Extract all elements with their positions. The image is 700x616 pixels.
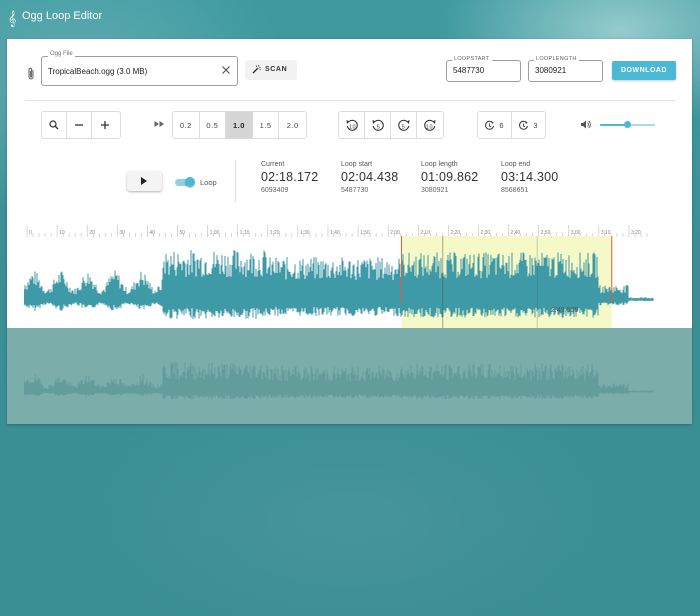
zoom-fit-button[interactable] [42, 112, 67, 138]
divider [25, 100, 675, 101]
loop-end-value: 03:14.300 [501, 170, 559, 184]
loop-end-block: Loop end 03:14.300 8568651 [501, 161, 558, 194]
loop-length-sample: 3080921 [421, 187, 449, 194]
minimap-overlay[interactable] [7, 328, 692, 424]
paperclip-icon[interactable] [26, 66, 36, 82]
timer-label: 6 [499, 120, 505, 130]
timer-icon [519, 120, 529, 130]
seek-label: 5 [401, 124, 405, 130]
editor-card: Ogg File TropicalBeach.ogg (3.0 MB) SCAN… [7, 39, 692, 424]
loop-end-sample: 8568651 [501, 187, 529, 194]
play-icon [141, 177, 147, 185]
timer-controls: 6 3 [477, 111, 546, 139]
app-title: Ogg Loop Editor [22, 10, 103, 22]
scan-button[interactable]: SCAN [245, 60, 297, 80]
minimap-waveform-path [24, 361, 654, 400]
seek-controls: 10 5 5 10 [338, 111, 444, 139]
looplength-value: 3080921 [535, 66, 567, 75]
rate-button-active[interactable]: 1.0 [226, 112, 253, 138]
volume-icon[interactable] [580, 119, 591, 130]
ogg-file-input[interactable]: Ogg File TropicalBeach.ogg (3.0 MB) [41, 51, 238, 86]
loop-toggle[interactable] [175, 177, 195, 187]
rewind-5-button[interactable]: 5 [365, 112, 391, 138]
timer-button[interactable]: 3 [512, 112, 546, 138]
loop-length-label: Loop length [421, 161, 458, 168]
loopstart-label: LOOPSTART [452, 56, 492, 62]
ogg-file-label: Ogg File [48, 51, 75, 57]
minus-icon [75, 124, 83, 126]
timer-label: 3 [533, 120, 539, 130]
loop-start-label: Loop start [341, 161, 373, 168]
rate-button[interactable]: 0.5 [200, 112, 227, 138]
zoom-controls [41, 111, 121, 139]
forward-10-icon: 10 [424, 119, 436, 131]
zoom-in-button[interactable] [92, 112, 117, 138]
looplength-field[interactable]: LOOPLENGTH 3080921 [528, 56, 603, 82]
scan-label: SCAN [265, 66, 288, 73]
loop-start-value: 02:04.438 [341, 170, 399, 184]
current-time-block: Current 02:18.172 6093409 [261, 161, 318, 194]
download-button[interactable]: DOWNLOAD [612, 61, 676, 80]
app-bar: 𝄞 Ogg Loop Editor [0, 0, 700, 36]
rewind-10-icon: 10 [346, 119, 358, 131]
loop-toggle-thumb [185, 177, 195, 187]
fast-forward-icon [154, 121, 164, 127]
forward-5-icon: 5 [397, 119, 409, 131]
loop-start-block: Loop start 02:04.438 5487730 [341, 161, 398, 194]
zoom-out-button[interactable] [67, 112, 92, 138]
loopstart-field[interactable]: LOOPSTART 5487730 [446, 56, 521, 82]
current-label: Current [261, 161, 285, 168]
loop-toggle-label: Loop [200, 178, 217, 187]
rate-button[interactable]: 2.0 [279, 112, 306, 138]
looplength-label: LOOPLENGTH [534, 56, 579, 62]
loop-start-sample: 5487730 [341, 187, 369, 194]
rate-button[interactable]: 0.2 [173, 112, 200, 138]
volume-slider[interactable] [600, 121, 655, 128]
magic-wand-icon [252, 64, 261, 74]
timer-icon [485, 120, 495, 130]
seek-label: 10 [348, 124, 355, 130]
forward-5-button[interactable]: 5 [391, 112, 417, 138]
current-value: 02:18.172 [261, 170, 319, 184]
hover-time: 2:49.505 [551, 307, 579, 314]
waveform[interactable] [24, 236, 664, 329]
seek-label: 5 [376, 124, 380, 130]
timer-button[interactable]: 6 [478, 112, 512, 138]
treble-clef-icon: 𝄞 [8, 10, 17, 26]
volume-thumb[interactable] [624, 121, 631, 128]
minimap-waveform[interactable] [24, 336, 664, 416]
rewind-10-button[interactable]: 10 [339, 112, 365, 138]
playback-rate-controls: 0.2 0.5 1.0 1.5 2.0 [172, 111, 307, 139]
play-button[interactable] [127, 171, 162, 191]
vertical-divider [235, 160, 236, 202]
rate-button[interactable]: 1.5 [253, 112, 280, 138]
rewind-5-icon: 5 [372, 119, 384, 131]
search-icon [49, 120, 59, 130]
loop-length-value: 01:09.862 [421, 170, 479, 184]
loopstart-value: 5487730 [453, 66, 485, 75]
plus-icon [100, 121, 109, 129]
close-icon[interactable] [221, 65, 231, 75]
loop-length-block: Loop length 01:09.862 3080921 [421, 161, 478, 194]
ogg-file-value: TropicalBeach.ogg (3.0 MB) [48, 67, 148, 76]
seek-label: 10 [426, 124, 433, 130]
forward-10-button[interactable]: 10 [417, 112, 443, 138]
loop-end-label: Loop end [501, 161, 531, 168]
current-sample: 6093409 [261, 187, 289, 194]
